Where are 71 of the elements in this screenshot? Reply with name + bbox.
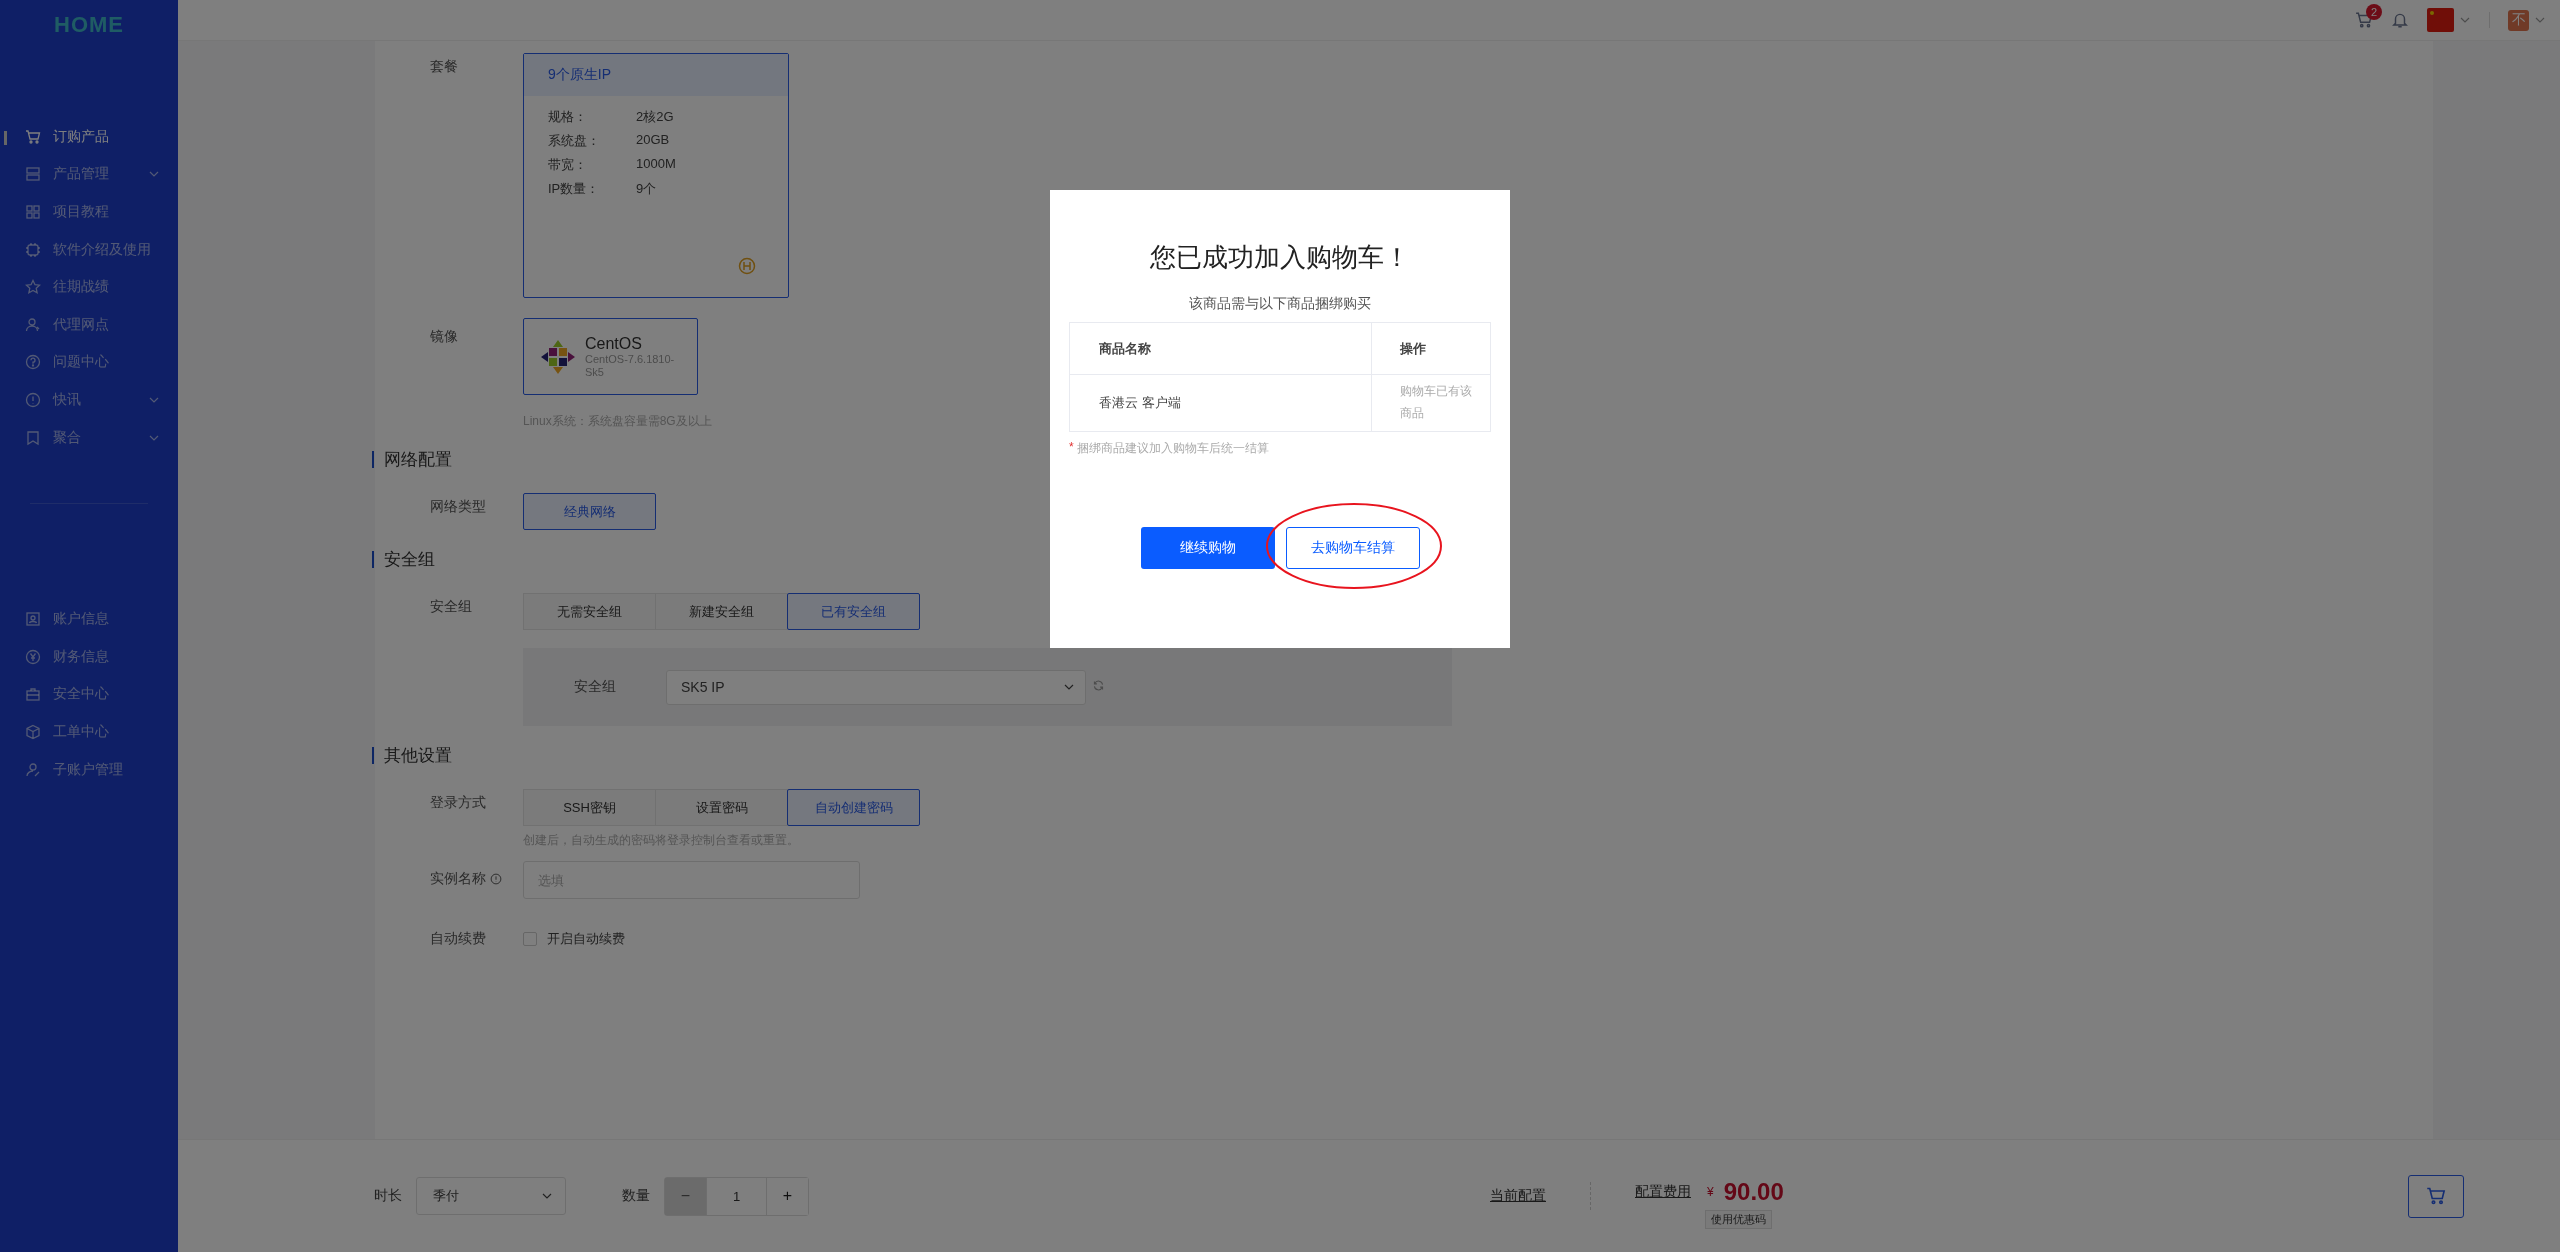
table-cell: 购物车已有该商品 xyxy=(1371,374,1491,432)
bell-icon xyxy=(2391,11,2409,29)
field-label: 套餐 xyxy=(430,57,459,76)
sidebar-item[interactable]: 往期战绩 xyxy=(0,268,178,306)
count-badge: 2 xyxy=(2366,4,2382,20)
image-name: CentOS xyxy=(585,335,643,354)
package-card[interactable]: 9个原生IP 规格： 2核2G 系统盘： 20GB 带宽： 1000M IP数量： 9个 xyxy=(523,53,789,298)
spec-value: 20GB xyxy=(636,132,671,149)
cart-button[interactable] xyxy=(2408,1174,2464,1218)
dialog-title: 您已成功加入购物车！ xyxy=(1150,241,1410,274)
field-label: 自动续费 xyxy=(430,929,487,948)
sidebar-item[interactable]: 快讯 xyxy=(0,381,178,419)
cart-icon xyxy=(25,128,41,145)
continue-button[interactable]: 继续购物 xyxy=(1140,527,1275,569)
spec-value: 2核2G xyxy=(636,108,675,126)
section-heading: 安全组 xyxy=(384,549,435,571)
fee-link[interactable]: 配置费用 xyxy=(1635,1182,1691,1201)
spec-name: 系统盘： xyxy=(548,132,601,150)
field-label: 镜像 xyxy=(430,327,459,346)
sidebar-item[interactable]: 问题中心 xyxy=(0,343,178,382)
section-heading: 网络配置 xyxy=(384,449,452,471)
cart-icon xyxy=(2355,11,2373,29)
option-tab[interactable]: 自动创建密码 xyxy=(787,789,920,826)
section-heading: 其他设置 xyxy=(384,745,452,767)
checkbox[interactable] xyxy=(523,932,537,946)
note-text: 捆绑商品建议加入购物车后统一结算 xyxy=(1076,440,1269,457)
config-link[interactable]: 当前配置 xyxy=(1490,1187,1546,1205)
spec-name: 规格： xyxy=(548,108,588,126)
option-tab[interactable]: 经典网络 xyxy=(523,493,656,530)
price: 90.00 xyxy=(1723,1177,1784,1206)
duration-select[interactable]: 季付 xyxy=(416,1177,566,1215)
field-label: 登录方式 xyxy=(430,793,487,812)
info-icon xyxy=(490,873,502,885)
field-label: 数量 xyxy=(622,1187,650,1205)
currency-sign: ¥ xyxy=(1707,1184,1714,1199)
required-mark: * xyxy=(1069,440,1074,456)
option-tab[interactable]: 无需安全组 xyxy=(523,593,656,630)
option-tab[interactable]: 设置密码 xyxy=(655,789,788,826)
spec-name: IP数量： xyxy=(548,180,601,198)
sidebar-item[interactable]: 聚合 xyxy=(0,418,178,457)
checkbox-label[interactable]: 开启自动续费 xyxy=(547,930,625,948)
sidebar-item[interactable]: 订购产品 xyxy=(0,118,178,156)
user-avatar[interactable]: 不 xyxy=(2508,9,2529,31)
sidebar-item[interactable]: 账户信息 xyxy=(0,600,178,638)
field-label: 安全组 xyxy=(430,597,473,616)
option-tab[interactable]: 已有安全组 xyxy=(787,593,920,630)
table-cell: 香港云 客户端 xyxy=(1069,374,1372,432)
field-label: 网络类型 xyxy=(430,497,487,516)
sidebar-item[interactable]: 软件介绍及使用 xyxy=(0,230,178,269)
spec-name: 带宽： xyxy=(548,156,588,174)
column-header: 商品名称 xyxy=(1069,322,1372,375)
checkout-button[interactable]: 去购物车结算 xyxy=(1285,527,1420,569)
dialog-subtitle: 该商品需与以下商品捆绑购买 xyxy=(1189,295,1371,313)
option-tab[interactable]: SSH密钥 xyxy=(523,789,656,826)
select-field[interactable]: SK5 IP xyxy=(666,669,1086,705)
field-label: 时长 xyxy=(374,1187,402,1205)
flag-icon[interactable] xyxy=(2427,8,2454,32)
spec-value: 9个 xyxy=(636,180,658,198)
sidebar-item[interactable]: 安全中心 xyxy=(0,675,178,714)
sidebar-item[interactable]: 财务信息 xyxy=(0,637,178,676)
refresh-icon xyxy=(1092,679,1105,692)
card-title: 9个原生IP xyxy=(524,54,788,96)
field-label: 实例名称 xyxy=(430,870,486,888)
column-header: 操作 xyxy=(1371,322,1491,375)
spec-value: 1000M xyxy=(636,156,677,173)
sidebar-item[interactable]: 项目教程 xyxy=(0,193,178,231)
cart-button[interactable] xyxy=(2355,11,2373,29)
field-label: 安全组 xyxy=(573,678,616,696)
option-tab[interactable]: 新建安全组 xyxy=(655,593,788,630)
coupon-button[interactable]: 使用优惠码 xyxy=(1705,1209,1772,1229)
cart-icon xyxy=(2426,1186,2446,1206)
